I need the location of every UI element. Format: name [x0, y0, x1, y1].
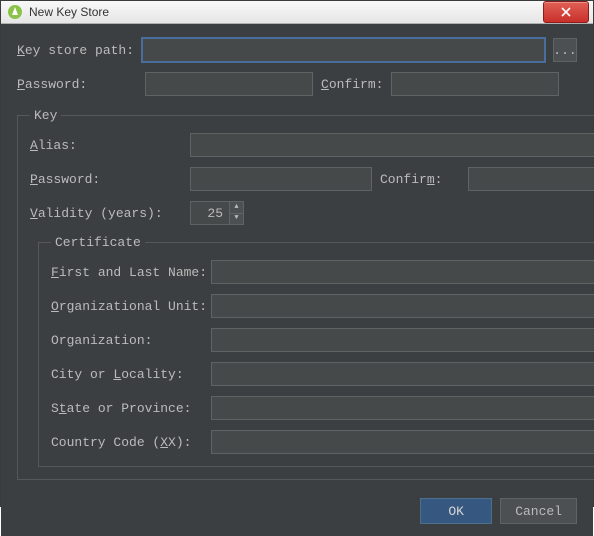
key-confirm-input[interactable] — [468, 167, 594, 191]
validity-spinner[interactable]: ▲ ▼ — [190, 201, 594, 225]
country-code-input[interactable] — [211, 430, 594, 454]
browse-button[interactable]: ... — [553, 38, 577, 62]
key-password-input[interactable] — [190, 167, 372, 191]
keystore-password-input[interactable] — [145, 72, 313, 96]
key-confirm-label: Confirm: — [380, 172, 460, 187]
validity-input[interactable] — [190, 201, 230, 225]
key-group: Key Alias: Password: Confirm: Validity (… — [17, 108, 594, 480]
first-name-label: First and Last Name: — [51, 265, 211, 280]
state-input[interactable] — [211, 396, 594, 420]
keystore-path-row: Key store path: ... — [17, 38, 577, 62]
keystore-path-input[interactable] — [142, 38, 545, 62]
dialog-footer: OK Cancel — [17, 488, 577, 524]
dialog-window: New Key Store Key store path: ... Passwo… — [0, 0, 594, 507]
cancel-button[interactable]: Cancel — [500, 498, 577, 524]
keystore-password-row: Password: Confirm: — [17, 72, 577, 96]
app-icon — [7, 4, 23, 20]
certificate-legend: Certificate — [51, 235, 145, 250]
key-password-label: Password: — [30, 172, 182, 187]
validity-label: Validity (years): — [30, 206, 182, 221]
org-unit-label: Organizational Unit: — [51, 299, 211, 314]
organization-label: Organization: — [51, 333, 211, 348]
close-icon — [561, 7, 571, 17]
certificate-group: Certificate First and Last Name: Organiz… — [38, 235, 594, 467]
dialog-content: Key store path: ... Password: Confirm: K… — [1, 24, 593, 536]
first-name-input[interactable] — [211, 260, 594, 284]
keystore-password-label: Password: — [17, 77, 137, 92]
alias-input[interactable] — [190, 133, 594, 157]
city-label: City or Locality: — [51, 367, 211, 382]
close-button[interactable] — [543, 1, 589, 23]
state-label: State or Province: — [51, 401, 211, 416]
alias-label: Alias: — [30, 138, 182, 153]
key-legend: Key — [30, 108, 61, 123]
keystore-path-label: Key store path: — [17, 43, 134, 58]
spinner-up-icon[interactable]: ▲ — [230, 202, 243, 214]
keystore-confirm-input[interactable] — [391, 72, 559, 96]
organization-input[interactable] — [211, 328, 594, 352]
window-title: New Key Store — [29, 5, 543, 19]
org-unit-input[interactable] — [211, 294, 594, 318]
spinner-buttons[interactable]: ▲ ▼ — [230, 201, 244, 225]
ok-button[interactable]: OK — [420, 498, 492, 524]
country-code-label: Country Code (XX): — [51, 435, 211, 450]
titlebar: New Key Store — [1, 1, 593, 24]
city-input[interactable] — [211, 362, 594, 386]
keystore-confirm-label: Confirm: — [321, 77, 383, 92]
spinner-down-icon[interactable]: ▼ — [230, 214, 243, 225]
